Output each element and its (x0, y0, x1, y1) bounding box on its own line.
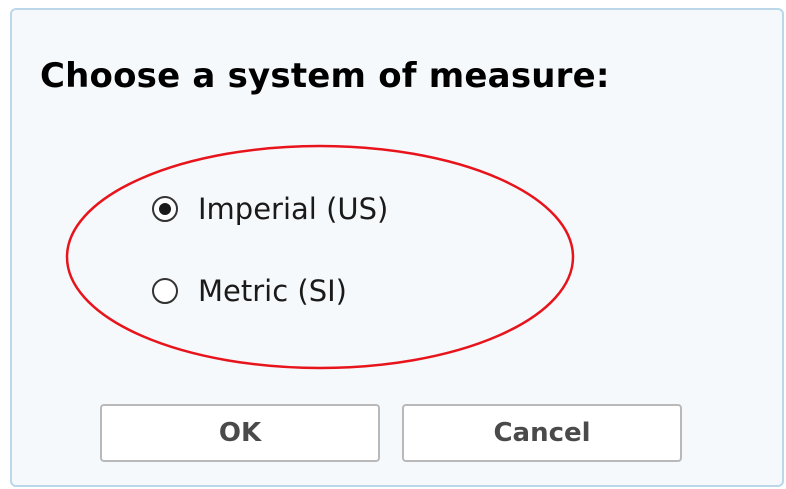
cancel-button[interactable]: Cancel (402, 404, 682, 462)
radio-option-imperial[interactable]: Imperial (US) (152, 192, 388, 226)
dialog-title: Choose a system of measure: (40, 56, 610, 96)
radio-unselected-icon[interactable] (152, 278, 178, 304)
ok-button[interactable]: OK (100, 404, 380, 462)
radio-option-metric[interactable]: Metric (SI) (152, 274, 347, 308)
radio-label-imperial: Imperial (US) (198, 192, 389, 226)
radio-selected-icon[interactable] (152, 196, 178, 222)
red-highlight-ellipse (65, 144, 575, 370)
radio-label-metric: Metric (SI) (198, 274, 347, 308)
measure-system-dialog: Choose a system of measure: Imperial (US… (10, 8, 784, 487)
